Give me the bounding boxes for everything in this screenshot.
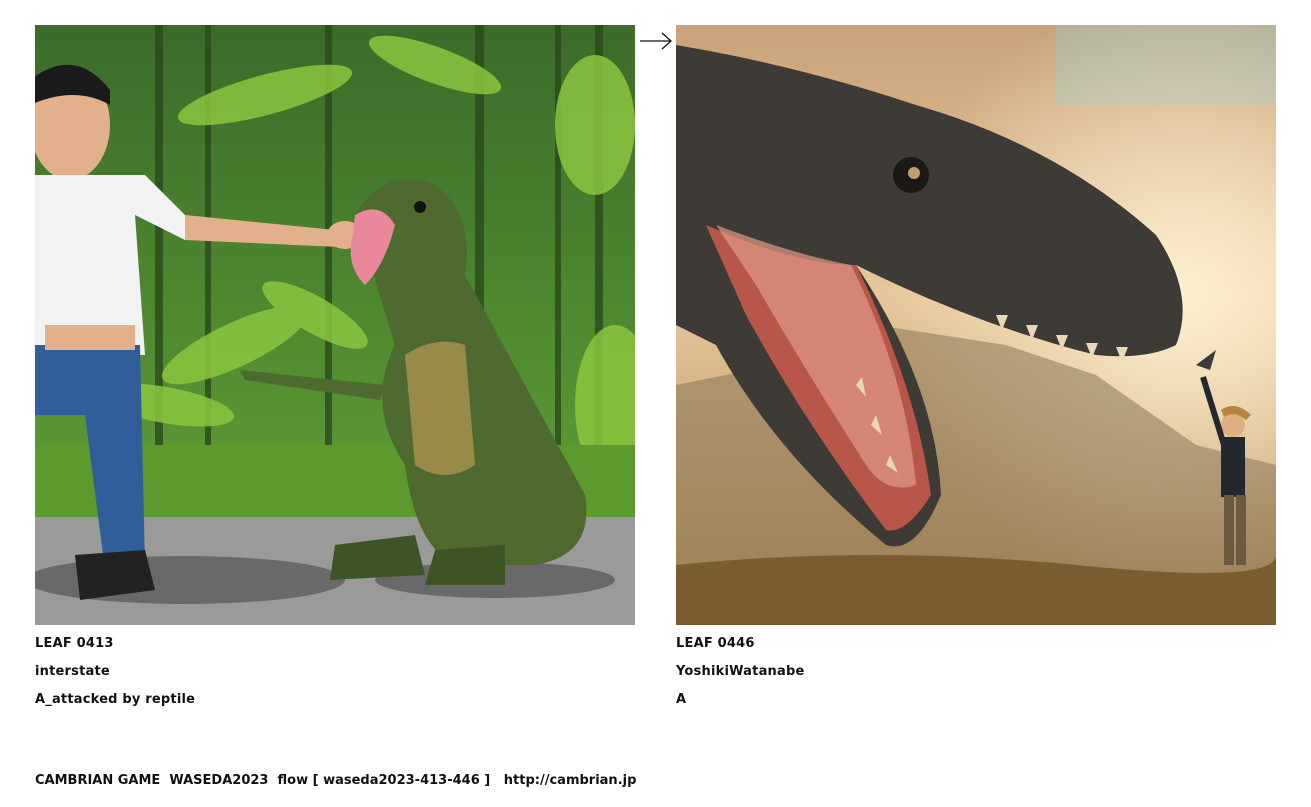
leaf-author: interstate — [35, 664, 110, 679]
dinosaur-boy-illustration — [676, 25, 1276, 625]
right-arrow-icon — [640, 32, 672, 50]
leaf-id[interactable]: LEAF 0446 — [676, 635, 805, 663]
leaf-author: YoshikiWatanabe — [676, 664, 805, 679]
leaf-image-0413[interactable] — [35, 25, 635, 625]
leaf-caption-0413: LEAF 0413 interstate A_attacked by repti… — [35, 635, 195, 719]
flow-footer[interactable]: CAMBRIAN GAME WASEDA2023 flow [ waseda20… — [35, 773, 636, 788]
leaf-title: A_attacked by reptile — [35, 692, 196, 707]
leaf-caption-0446: LEAF 0446 YoshikiWatanabe A — [676, 635, 805, 719]
leaf-image-0446[interactable] — [676, 25, 1276, 625]
leaf-id[interactable]: LEAF 0413 — [35, 635, 195, 663]
leaf-title: A — [676, 692, 687, 707]
reptile-jungle-illustration — [35, 25, 635, 625]
